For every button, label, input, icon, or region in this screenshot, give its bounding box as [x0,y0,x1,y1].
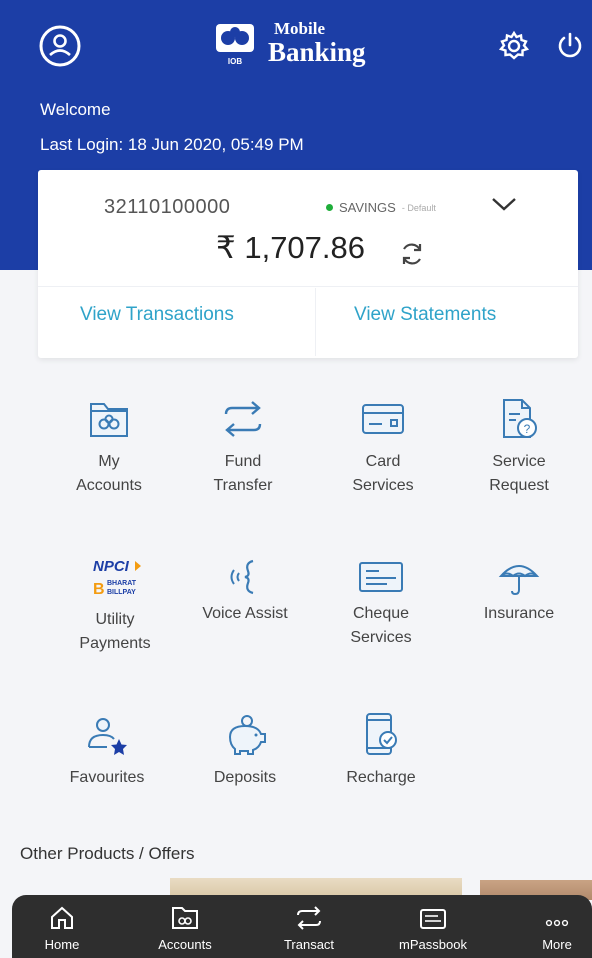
service-label: Fund Transfer [213,453,273,494]
service-service-request[interactable]: ? Service Request [454,394,584,498]
service-cheque-services[interactable]: Cheque Services [316,552,446,650]
nav-mpassbook[interactable]: mPassbook [388,895,478,958]
umbrella-icon [454,552,584,602]
logo-badge: IOB [228,57,242,66]
card-icon [318,394,448,444]
account-type-selector[interactable]: SAVINGS - Default [326,200,436,215]
account-card: 32110100000 SAVINGS - Default ₹ 1,707.86… [38,170,578,358]
service-voice-assist[interactable]: Voice Assist [180,552,310,626]
app-logo: IOB Mobile Banking [212,20,366,66]
nav-more[interactable]: More [512,895,592,958]
card-divider [38,286,578,287]
svg-text:?: ? [524,422,531,436]
view-transactions-link[interactable]: View Transactions [80,304,234,326]
bharat-b-text: B [93,581,105,598]
piggy-bank-icon [180,710,310,760]
account-number: 32110100000 [104,196,231,218]
nav-label: mPassbook [399,937,467,952]
service-label: Service Request [489,453,549,494]
service-label: Voice Assist [202,605,288,622]
service-deposits[interactable]: Deposits [180,710,310,790]
npci-text: NPCI [93,558,130,575]
service-label: My Accounts [76,453,142,494]
more-dots-icon [512,895,592,931]
iob-logo-icon: IOB [216,24,254,66]
card-vertical-divider [315,288,316,356]
service-utility-payments[interactable]: NPCI B BHARAT BILLPAY Utility Payments [50,552,180,656]
service-label: Utility Payments [79,611,151,652]
welcome-text: Welcome [40,100,111,119]
last-login-text: Last Login: 18 Jun 2020, 05:49 PM [40,135,304,154]
view-statements-link[interactable]: View Statements [354,304,496,326]
nav-home[interactable]: Home [17,895,107,958]
offers-title: Other Products / Offers [20,844,195,863]
voice-wave-icon [180,552,310,602]
transfer-arrows-icon [178,394,308,444]
document-question-icon: ? [454,394,584,444]
cheque-icon [316,552,446,602]
service-fund-transfer[interactable]: Fund Transfer [178,394,308,498]
logo-line2: Banking [268,37,366,67]
service-label: Recharge [346,769,416,786]
service-label: Favourites [69,769,145,786]
npci-bharat-billpay-icon: NPCI B BHARAT BILLPAY [50,552,180,602]
refresh-icon[interactable] [398,240,426,268]
status-dot [326,204,333,211]
gear-icon[interactable] [490,22,538,70]
account-balance: ₹ 1,707.86 [216,230,366,265]
service-label: Cheque Services [350,605,412,646]
nav-accounts[interactable]: Accounts [140,895,230,958]
logo-line1: Mobile [274,19,325,38]
chevron-down-icon[interactable] [490,194,518,214]
user-star-icon [42,710,172,760]
service-recharge[interactable]: Recharge [316,710,446,790]
transact-icon [264,895,354,931]
service-card-services[interactable]: Card Services [318,394,448,498]
service-label: Insurance [483,605,555,622]
home-icon [17,895,107,931]
service-favourites[interactable]: Favourites [42,710,172,790]
nav-label: Transact [283,937,335,952]
bottom-nav: Home Accounts Transact mPassbook More [12,895,592,958]
profile-icon[interactable] [36,22,84,70]
passbook-icon [388,895,478,931]
billpay-text: BILLPAY [107,589,136,596]
bharat-text: BHARAT [107,580,137,587]
service-my-accounts[interactable]: My Accounts [44,394,174,498]
power-icon[interactable] [546,22,592,70]
service-label: Card Services [352,453,414,494]
accounts-icon [140,895,230,931]
account-type: SAVINGS [339,200,396,215]
service-insurance[interactable]: Insurance [454,552,584,626]
default-tag: - Default [401,202,436,213]
nav-label: More [542,937,572,952]
nav-label: Accounts [158,937,212,952]
nav-label: Home [44,937,80,952]
nav-transact[interactable]: Transact [264,895,354,958]
service-label: Deposits [213,769,277,786]
phone-recharge-icon [316,710,446,760]
folder-icon [44,394,174,444]
